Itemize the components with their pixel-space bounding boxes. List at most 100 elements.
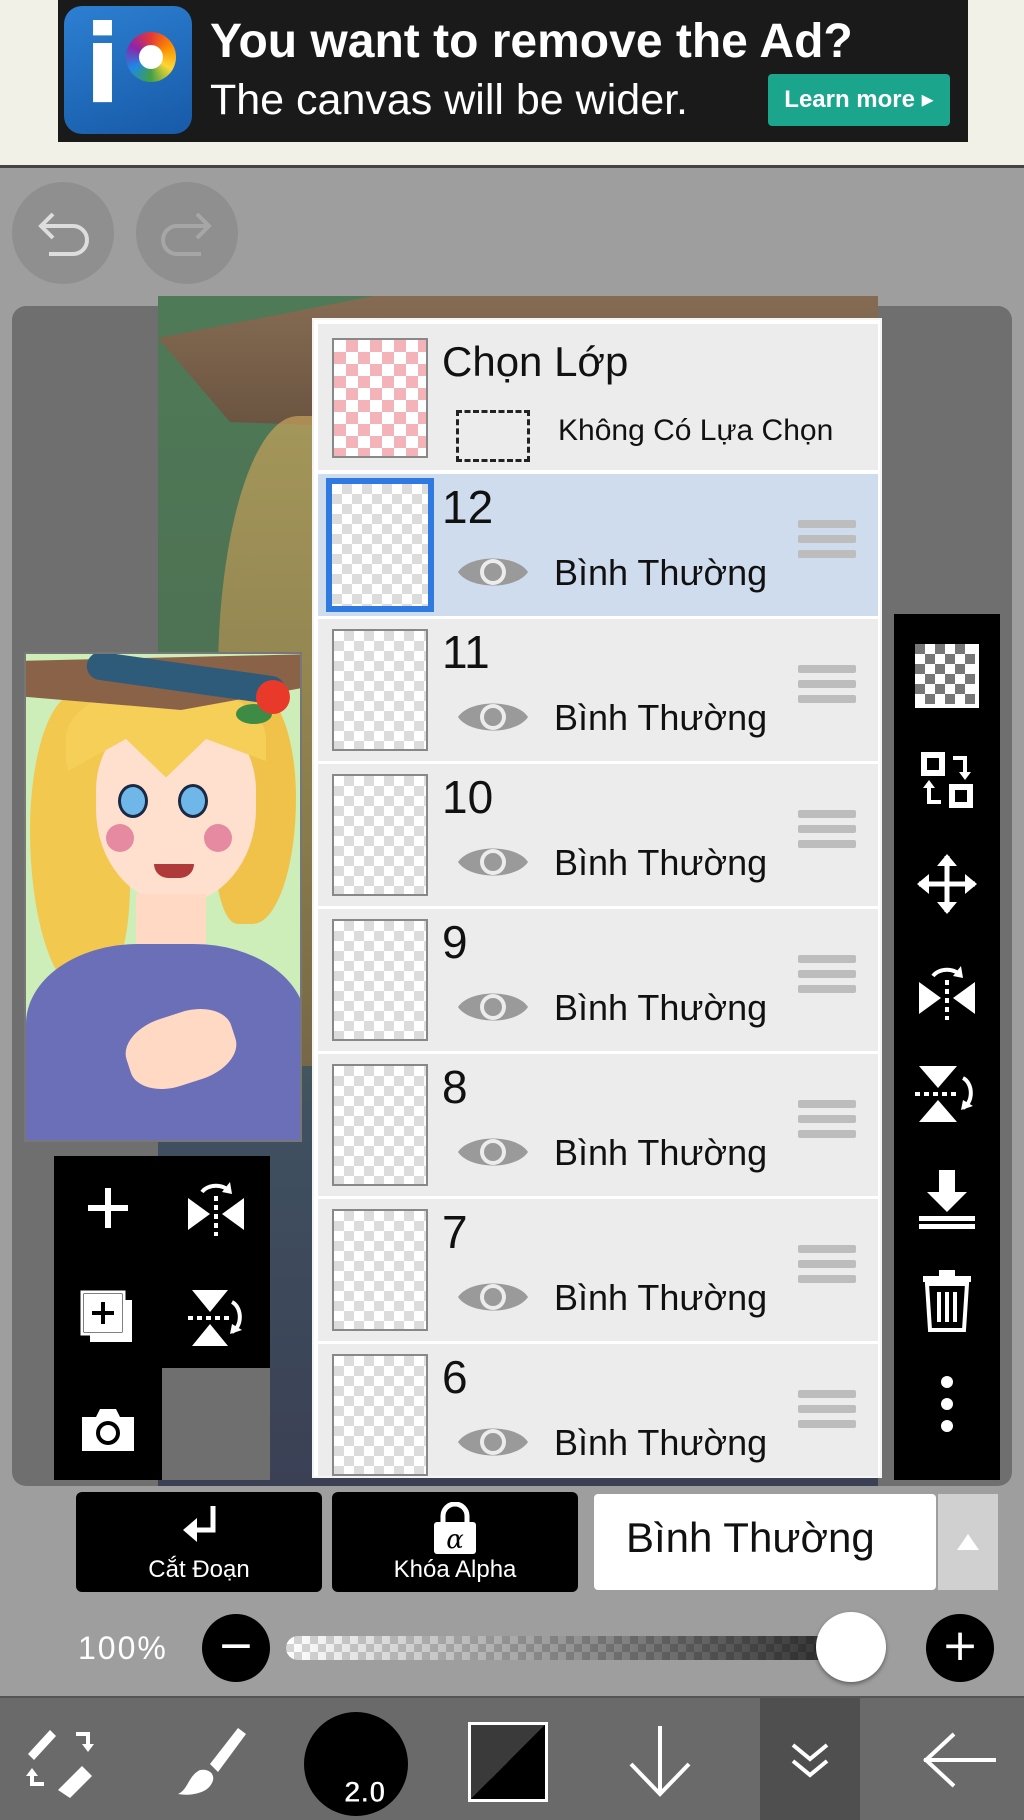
more-vertical-icon	[941, 1376, 953, 1432]
flip-vertical-icon	[915, 1066, 973, 1122]
selection-layer-title: Chọn Lớp	[442, 338, 629, 385]
layer-row[interactable]: 6 Bình Thường	[318, 1344, 878, 1476]
clipping-label: Cắt Đoạn	[148, 1556, 250, 1583]
opacity-control: 100% − +	[0, 1608, 1024, 1688]
layer-thumbnail	[332, 774, 428, 896]
clipping-button[interactable]: Cắt Đoạn	[76, 1492, 322, 1592]
layer-blend-mode: Bình Thường	[554, 552, 768, 593]
layer-name: 7	[442, 1206, 468, 1258]
alpha-glyph: α	[446, 1525, 464, 1555]
layer-menu-button[interactable]	[760, 1698, 860, 1820]
opacity-increase-button[interactable]: +	[926, 1614, 994, 1682]
flip-horizontal-button[interactable]	[907, 950, 987, 1030]
selection-status: Không Có Lựa Chọn	[558, 414, 834, 447]
flip-vertical-icon	[188, 1290, 242, 1346]
visibility-eye-icon[interactable]	[456, 838, 530, 886]
opacity-slider-track[interactable]	[286, 1636, 866, 1660]
add-layer-button[interactable]	[68, 1168, 148, 1248]
tool-switch-button[interactable]	[10, 1698, 110, 1820]
brush-tool-button[interactable]	[160, 1698, 260, 1820]
layer-blend-mode: Bình Thường	[554, 1422, 768, 1463]
blend-mode-dropdown-button[interactable]	[938, 1494, 998, 1590]
visibility-eye-icon[interactable]	[456, 693, 530, 741]
layer-name: 6	[442, 1351, 468, 1403]
learn-more-button[interactable]: Learn more ▸	[768, 74, 950, 126]
selection-layer-row[interactable]: Chọn Lớp Không Có Lựa Chọn	[318, 324, 878, 470]
layer-row[interactable]: 8 Bình Thường	[318, 1054, 878, 1196]
selection-layer-thumbnail	[332, 338, 428, 458]
visibility-eye-icon[interactable]	[456, 1273, 530, 1321]
trash-icon	[923, 1270, 971, 1332]
clipping-arrow-icon	[183, 1506, 216, 1542]
undo-icon	[38, 212, 89, 256]
layer-thumbnail	[332, 919, 428, 1041]
layer-actions-panel	[54, 1156, 270, 1480]
ibispaint-logo: i	[64, 6, 192, 134]
layer-name: 8	[442, 1061, 468, 1113]
flip-horizontal-icon	[919, 966, 975, 1020]
lock-icon: α	[434, 1502, 476, 1555]
visibility-eye-icon[interactable]	[456, 983, 530, 1031]
blend-mode-select[interactable]: Bình Thường	[594, 1494, 936, 1590]
drag-handle-icon[interactable]	[798, 520, 856, 568]
opacity-decrease-button[interactable]: −	[202, 1614, 270, 1682]
double-chevron-down-icon	[791, 1743, 829, 1778]
flip-layer-horizontal-button[interactable]	[176, 1168, 256, 1248]
visibility-eye-icon[interactable]	[456, 1418, 530, 1466]
selection-marquee-icon	[456, 410, 530, 462]
flip-layer-vertical-button[interactable]	[176, 1278, 256, 1358]
back-arrow-icon	[923, 1732, 996, 1788]
alpha-lock-button[interactable]: α Khóa Alpha	[332, 1492, 578, 1592]
layer-row[interactable]: 12 Bình Thường	[318, 474, 878, 616]
move-icon	[917, 854, 977, 914]
layer-name: 10	[442, 771, 494, 823]
layer-row[interactable]: 10 Bình Thường	[318, 764, 878, 906]
blend-mode-value: Bình Thường	[626, 1514, 875, 1561]
layer-thumbnail	[326, 478, 434, 612]
layer-blend-mode: Bình Thường	[554, 1277, 768, 1318]
move-button[interactable]	[907, 844, 987, 924]
alpha-lock-label: Khóa Alpha	[393, 1556, 517, 1583]
delete-layer-button[interactable]	[907, 1260, 987, 1340]
layer-row[interactable]: 7 Bình Thường	[318, 1199, 878, 1341]
layer-thumbnail	[332, 1064, 428, 1186]
undo-button[interactable]	[12, 182, 114, 284]
layer-blend-mode: Bình Thường	[554, 697, 768, 738]
merge-down-button[interactable]	[907, 1158, 987, 1238]
redo-button[interactable]	[136, 182, 238, 284]
swap-layer-button[interactable]	[907, 740, 987, 820]
drag-handle-icon[interactable]	[798, 665, 856, 713]
merge-down-icon	[919, 1170, 975, 1229]
layer-name: 11	[442, 626, 490, 678]
drag-handle-icon[interactable]	[798, 1390, 856, 1438]
more-options-button[interactable]	[907, 1364, 987, 1444]
brush-size-button[interactable]: 2.0	[304, 1712, 408, 1816]
layer-name: 12	[442, 481, 494, 533]
duplicate-layer-button[interactable]	[68, 1278, 148, 1358]
drag-handle-icon[interactable]	[798, 955, 856, 1003]
drag-handle-icon[interactable]	[798, 1100, 856, 1148]
color-swatch-button[interactable]	[468, 1722, 548, 1802]
layer-name: 9	[442, 916, 468, 968]
back-button[interactable]	[910, 1698, 1010, 1820]
drag-handle-icon[interactable]	[798, 1245, 856, 1293]
drag-handle-icon[interactable]	[798, 810, 856, 858]
camera-button[interactable]	[68, 1390, 148, 1470]
layer-thumbnail	[332, 629, 428, 751]
ad-banner[interactable]: i You want to remove the Ad? The canvas …	[58, 0, 968, 142]
flip-vertical-button[interactable]	[907, 1054, 987, 1134]
layer-row[interactable]: 9 Bình Thường	[318, 909, 878, 1051]
transparency-button[interactable]	[907, 636, 987, 716]
tool-switch-icon	[26, 1730, 94, 1798]
visibility-eye-icon[interactable]	[456, 1128, 530, 1176]
add-layer-icon	[88, 1188, 128, 1228]
opacity-slider-knob[interactable]	[816, 1612, 886, 1682]
triangle-up-icon	[957, 1534, 979, 1550]
artwork-preview	[24, 652, 302, 1142]
visibility-eye-icon[interactable]	[456, 548, 530, 596]
opacity-label: 100%	[78, 1630, 168, 1666]
layer-down-button[interactable]	[610, 1698, 710, 1820]
ad-subtitle: The canvas will be wider.	[210, 76, 688, 124]
layer-row[interactable]: 11 Bình Thường	[318, 619, 878, 761]
duplicate-layer-icon	[80, 1290, 132, 1342]
